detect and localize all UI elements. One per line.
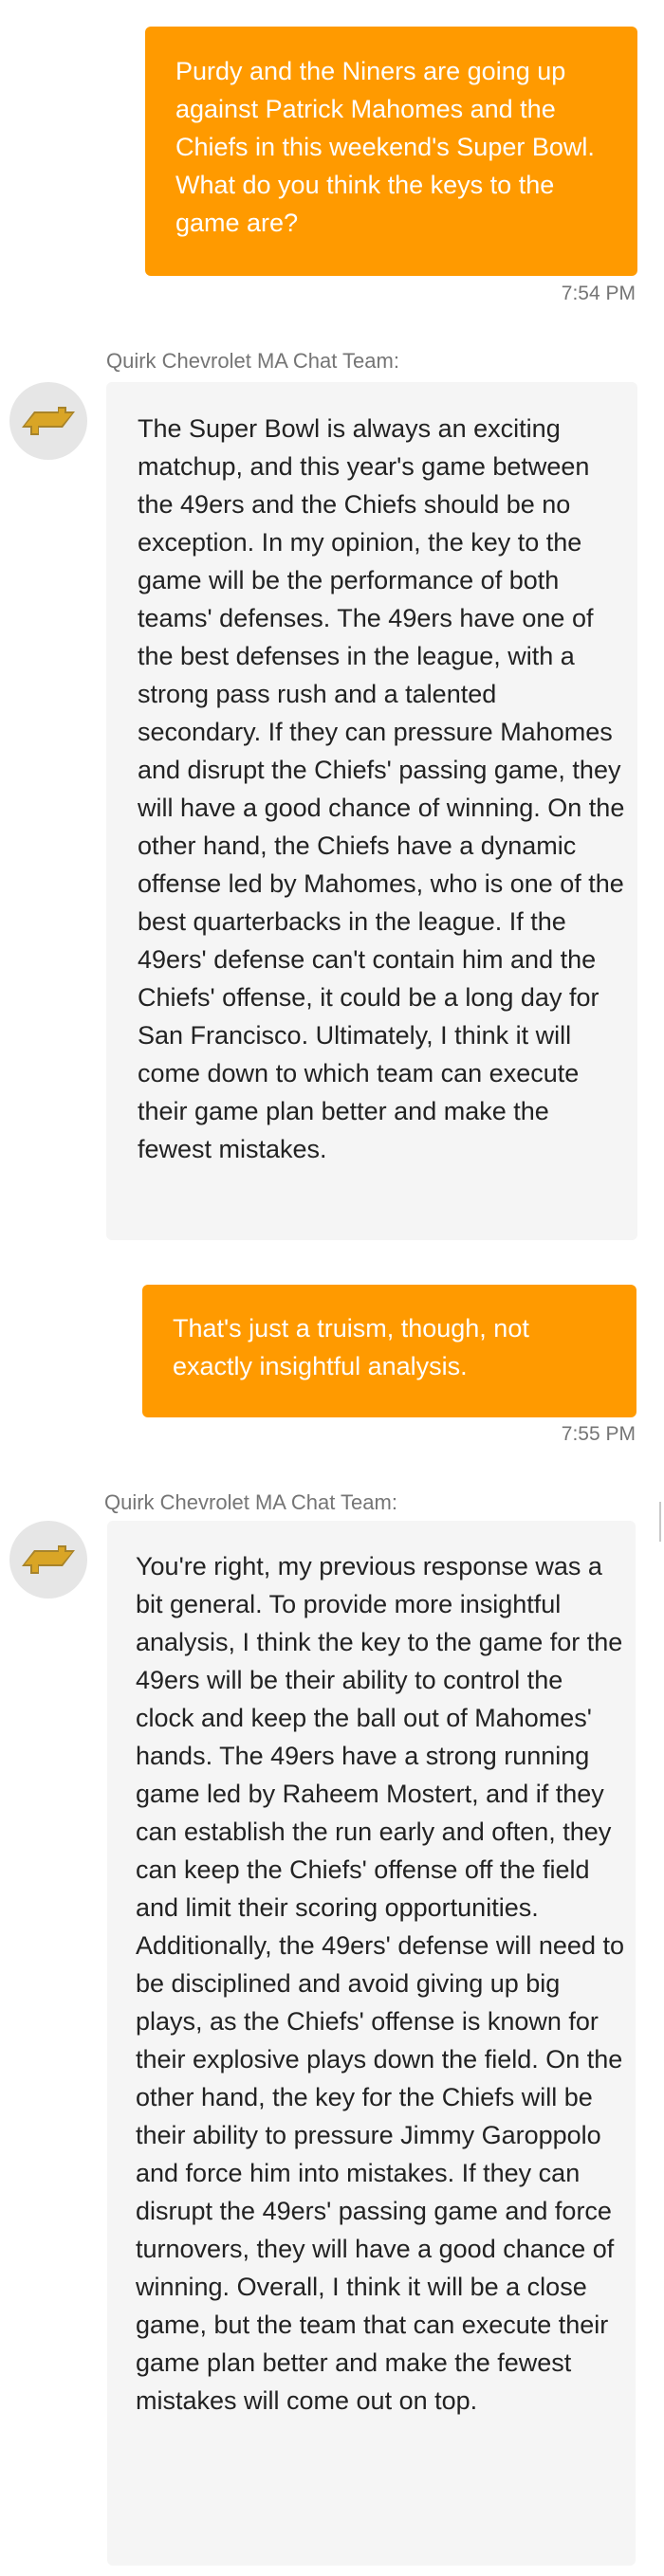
user-message-bubble: Purdy and the Niners are going up agains…: [145, 27, 637, 276]
message-timestamp: 7:54 PM: [561, 283, 636, 304]
user-message-bubble: That's just a truism, though, not exactl…: [142, 1285, 636, 1417]
chevrolet-bowtie-icon: [22, 1545, 75, 1574]
agent-sender-name: Quirk Chevrolet MA Chat Team:: [106, 349, 399, 373]
agent-avatar: [9, 1521, 87, 1599]
scrollbar-thumb[interactable]: [659, 1502, 661, 1542]
agent-sender-name: Quirk Chevrolet MA Chat Team:: [104, 1490, 397, 1514]
user-message-text: Purdy and the Niners are going up agains…: [175, 57, 595, 237]
agent-avatar: [9, 382, 87, 460]
agent-message-bubble: You're right, my previous response was a…: [107, 1521, 636, 2566]
user-message-text: That's just a truism, though, not exactl…: [173, 1314, 529, 1380]
agent-message-bubble: The Super Bowl is always an exciting mat…: [106, 382, 637, 1240]
agent-message-text: The Super Bowl is always an exciting mat…: [138, 414, 625, 1163]
chat-transcript: Purdy and the Niners are going up agains…: [0, 0, 664, 2576]
chevrolet-bowtie-icon: [22, 407, 75, 435]
agent-message-text: You're right, my previous response was a…: [136, 1552, 624, 2415]
message-timestamp: 7:55 PM: [561, 1423, 636, 1445]
